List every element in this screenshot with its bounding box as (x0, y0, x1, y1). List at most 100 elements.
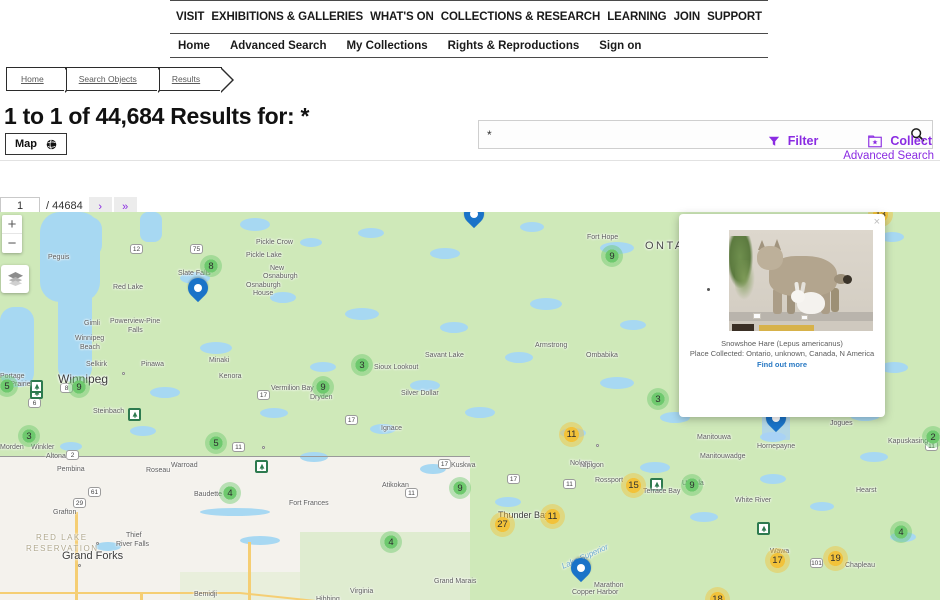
highway-shield: 17 (257, 390, 270, 400)
lake-cluster (760, 474, 786, 484)
map-marker[interactable] (566, 553, 596, 583)
map-cluster[interactable]: 9 (681, 474, 703, 496)
map-place-label: Winnipeg (75, 335, 105, 342)
map-cluster[interactable]: 4 (219, 482, 241, 504)
highway-shield: 11 (232, 442, 245, 452)
lake-cluster (600, 377, 634, 389)
map-place-label: Minaki (209, 357, 230, 364)
map-place-label: Fort Frances (289, 500, 329, 507)
filter-label: Filter (787, 134, 819, 148)
map-place-label: Chapleau (845, 562, 875, 569)
map-place-label: Powerview-Pine (110, 318, 161, 325)
map-zoom-controls[interactable]: + − (2, 215, 22, 253)
map-cluster[interactable]: 4 (890, 521, 912, 543)
nav-item-collections[interactable]: COLLECTIONS & RESEARCH (441, 11, 601, 23)
breadcrumb-item-results[interactable]: Results (158, 67, 235, 93)
lake-cluster (530, 298, 562, 310)
map-place-label: Atikokan (382, 482, 409, 489)
city-dot (596, 444, 599, 447)
breadcrumb-item-search-objects[interactable]: Search Objects (65, 67, 171, 93)
map-place-label: Baudette (194, 491, 223, 498)
map-cluster[interactable]: 3 (18, 425, 40, 447)
city-dot (78, 564, 81, 567)
close-icon[interactable]: × (874, 216, 880, 228)
nav-item-exhibitions[interactable]: EXHIBITIONS & GALLERIES (211, 11, 363, 23)
map-place-label: Beach (80, 344, 100, 351)
map-place-label: Fort Hope (587, 234, 619, 241)
map-place-label: Peguis (48, 254, 70, 261)
filter-button[interactable]: Filter (768, 134, 819, 148)
map-cluster[interactable]: 15 (621, 473, 646, 498)
nav-item-visit[interactable]: VISIT (176, 11, 204, 23)
map-place-label: Pinawa (141, 361, 164, 368)
map-cluster[interactable]: 9 (68, 376, 90, 398)
highway-shield: 17 (345, 415, 358, 425)
lake-cluster (465, 407, 495, 418)
lake-cluster (495, 497, 521, 507)
display-shelf-dark-block (732, 324, 754, 331)
map-cluster[interactable]: 3 (647, 388, 669, 410)
zoom-in-button[interactable]: + (2, 215, 22, 234)
map-cluster[interactable]: 9 (601, 245, 623, 267)
map-cluster[interactable]: 17 (765, 548, 790, 573)
specimen-label-card-2 (801, 315, 808, 320)
map-marker[interactable] (459, 212, 489, 229)
nav-item-support[interactable]: SUPPORT (707, 11, 762, 23)
map-place-label: Copper Harbor (572, 589, 619, 596)
collect-button[interactable]: Collect (868, 134, 932, 148)
lake-cluster (240, 218, 270, 231)
tab-map[interactable]: Map (5, 133, 67, 155)
city-dot (122, 372, 125, 375)
nav-item-whats-on[interactable]: WHAT'S ON (370, 11, 434, 23)
map-cluster[interactable]: 3 (351, 354, 373, 376)
map-cluster[interactable]: 8 (200, 255, 222, 277)
nav-item-learning[interactable]: LEARNING (607, 11, 666, 23)
map-cluster[interactable]: 11 (559, 422, 584, 447)
breadcrumb-search-row: Home Search Objects Results * Advanced S… (0, 57, 940, 162)
subnav-item-sign-on[interactable]: Sign on (599, 40, 641, 52)
display-shelf-yellow-block (759, 325, 814, 331)
map-place-label: Warroad (171, 462, 198, 469)
map-place-label: River Falls (116, 541, 150, 548)
find-out-more-link[interactable]: Find out more (687, 360, 877, 370)
lake-cluster (810, 502, 834, 511)
map-cluster[interactable]: 2 (922, 426, 940, 448)
total-pages-label: / 44684 (46, 200, 83, 212)
lake-cluster (690, 512, 718, 522)
breadcrumb: Home Search Objects Results (6, 67, 235, 93)
subnav-item-advanced-search[interactable]: Advanced Search (230, 40, 327, 52)
map-marker[interactable] (183, 273, 213, 303)
lake-cluster (430, 248, 460, 259)
map-place-label: Hearst (856, 487, 877, 494)
breadcrumb-item-home[interactable]: Home (6, 67, 78, 93)
city-dot (262, 446, 265, 449)
map-cluster[interactable]: 19 (823, 546, 848, 571)
map-cluster[interactable]: 9 (312, 376, 334, 398)
lake-cluster (300, 452, 328, 462)
map-place-label: Nipigon (580, 462, 604, 469)
lynx-tail-tip (843, 275, 852, 284)
map-cluster[interactable]: 4 (380, 531, 402, 553)
map-place-label: Grand Marais (434, 578, 477, 585)
subnav-item-rights-reproductions[interactable]: Rights & Reproductions (448, 40, 580, 52)
subnav-item-home[interactable]: Home (178, 40, 210, 52)
view-toolbar: Map Filter Collect (0, 133, 940, 160)
subnav-item-my-collections[interactable]: My Collections (346, 40, 427, 52)
map-cluster[interactable]: 5 (205, 432, 227, 454)
nav-item-join[interactable]: JOIN (674, 11, 701, 23)
breadcrumb-chevron-inner-icon (220, 68, 233, 92)
highway-shield: 11 (405, 488, 418, 498)
zoom-out-button[interactable]: − (2, 234, 22, 253)
map-place-label: Manitouwa (697, 434, 731, 441)
lake-cluster (440, 322, 468, 333)
lynx-leg (831, 288, 839, 312)
map-place-label: Osnaburgh (263, 273, 298, 280)
map-layers-button[interactable] (1, 265, 29, 293)
object-thumbnail[interactable] (729, 230, 873, 331)
map-cluster[interactable]: 9 (449, 477, 471, 499)
map-cluster[interactable]: 27 (490, 512, 515, 537)
lake-cluster (640, 462, 670, 473)
map-landmass-us-2 (250, 467, 370, 527)
map-place-label: Terrace Bay (643, 488, 681, 495)
map-cluster[interactable]: 11 (540, 504, 565, 529)
